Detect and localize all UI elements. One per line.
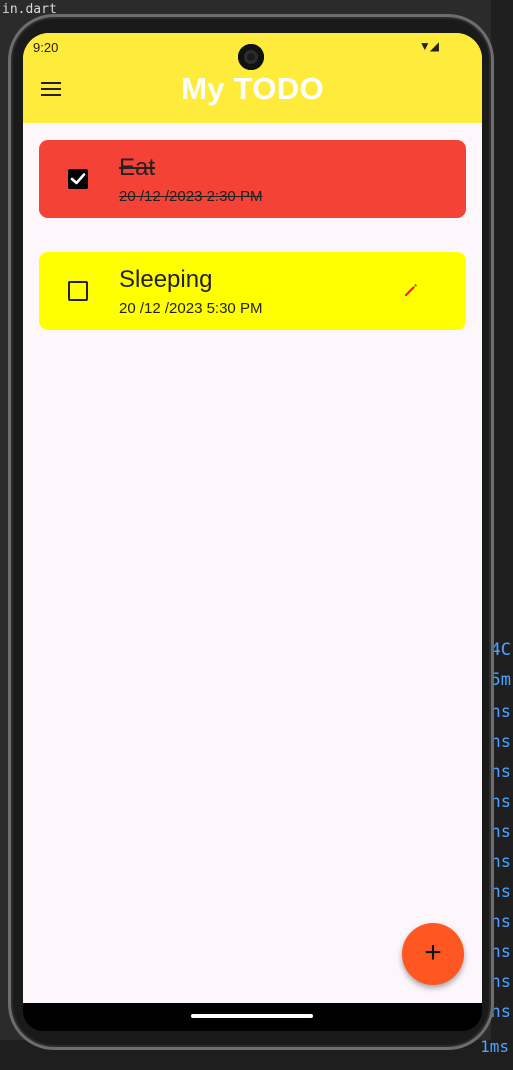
system-nav-bar	[23, 1003, 482, 1031]
task-datetime: 20 /12 /2023 5:30 PM	[119, 300, 263, 317]
camera-cutout-icon	[238, 44, 264, 70]
task-title: Sleeping	[119, 266, 213, 293]
task-checkbox-checked[interactable]	[68, 169, 88, 189]
task-card-sleeping[interactable]: Sleeping 20 /12 /2023 5:30 PM	[39, 252, 466, 330]
home-indicator[interactable]	[191, 1014, 313, 1018]
task-title: Eat	[119, 154, 156, 181]
signal-wifi-icon: ▼◢	[418, 39, 439, 53]
ide-log-text: 1ms	[480, 1037, 509, 1056]
checkmark-icon	[70, 173, 86, 185]
task-datetime: 20 /12 /2023 2:30 PM	[119, 188, 263, 205]
add-task-fab[interactable]: +	[402, 923, 464, 985]
ide-editor-strip	[491, 0, 513, 1070]
task-card-eat[interactable]: Eat 20 /12 /2023 2:30 PM	[39, 140, 466, 218]
app-title: My TODO	[181, 71, 324, 106]
app-bar: 9:20 ▼◢ My TODO	[23, 33, 482, 123]
status-time: 9:20	[33, 40, 59, 55]
pencil-icon[interactable]	[402, 281, 420, 299]
app-screen: 9:20 ▼◢ My TODO Eat 20 /12 /2023 2:30 PM…	[23, 33, 482, 1003]
task-checkbox-unchecked[interactable]	[68, 281, 88, 301]
